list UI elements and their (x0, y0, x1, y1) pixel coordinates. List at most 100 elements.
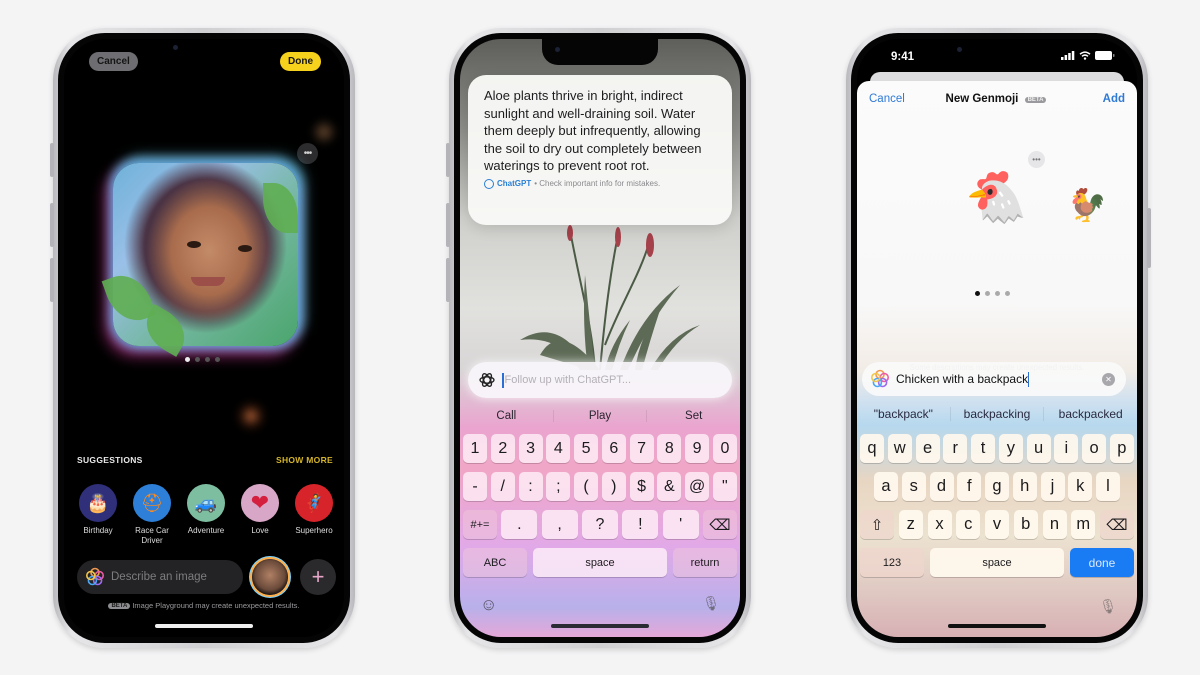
follow-up-input[interactable]: Follow up with ChatGPT... (468, 362, 732, 398)
symbols-key[interactable]: #+= (463, 510, 497, 539)
done-button[interactable]: Done (280, 52, 321, 71)
backspace-key[interactable]: ⌫ (1100, 510, 1134, 539)
key[interactable]: 5 (574, 434, 599, 463)
key[interactable]: g (985, 472, 1009, 501)
page-dot (205, 357, 210, 362)
add-button[interactable]: + (300, 559, 336, 595)
key[interactable]: 3 (518, 434, 543, 463)
person-avatar-button[interactable] (252, 559, 288, 595)
key[interactable]: $ (629, 472, 654, 501)
more-options-button[interactable]: ••• (297, 143, 318, 164)
side-button (446, 203, 450, 247)
prediction-item[interactable]: Play (552, 410, 647, 422)
prediction-item[interactable]: Set (646, 410, 740, 422)
page-indicator[interactable] (185, 357, 220, 362)
microphone-icon[interactable]: 🎙 (702, 595, 720, 615)
prediction-item[interactable]: "backpack" (857, 407, 950, 421)
suggestion-love[interactable]: ❤ Love (237, 484, 283, 546)
backspace-key[interactable]: ⌫ (702, 510, 737, 539)
key[interactable]: c (956, 510, 981, 539)
show-more-link[interactable]: SHOW MORE (276, 455, 333, 465)
home-indicator[interactable] (948, 624, 1046, 628)
key[interactable]: / (490, 472, 515, 501)
more-options-button[interactable]: ••• (1028, 151, 1045, 168)
suggestion-race-car-driver[interactable]: ⛑ Race Car Driver (129, 484, 175, 546)
genmoji-prompt-input[interactable]: Chicken with a backpack ✕ (862, 362, 1126, 396)
key[interactable]: 4 (546, 434, 571, 463)
key[interactable]: r (943, 434, 968, 463)
prediction-item[interactable]: backpacked (1043, 407, 1137, 421)
clear-text-button[interactable]: ✕ (1102, 372, 1115, 386)
key[interactable]: d (929, 472, 954, 501)
key[interactable]: y (998, 434, 1023, 463)
key[interactable]: 7 (629, 434, 654, 463)
key[interactable]: ' (662, 510, 699, 539)
abc-key[interactable]: ABC (463, 548, 527, 577)
key[interactable]: : (518, 472, 543, 501)
suggestion-superhero[interactable]: 🦸 Superhero (291, 484, 337, 546)
key[interactable]: m (1071, 510, 1096, 539)
key[interactable]: 2 (490, 434, 515, 463)
key[interactable]: 1 (463, 434, 487, 463)
genmoji-chicken-backpack[interactable]: 🐔 (965, 168, 1027, 227)
key[interactable]: v (985, 510, 1009, 539)
key[interactable]: t (971, 434, 996, 463)
key[interactable]: e (915, 434, 940, 463)
key[interactable]: 0 (712, 434, 737, 463)
home-indicator[interactable] (551, 624, 649, 628)
key[interactable]: p (1109, 434, 1134, 463)
key[interactable]: i (1054, 434, 1079, 463)
prediction-item[interactable]: backpacking (949, 407, 1044, 421)
return-key[interactable]: return (673, 548, 737, 577)
answer-source[interactable]: ChatGPT (497, 179, 531, 188)
key[interactable]: a (874, 472, 898, 501)
emoji-icon[interactable]: ☺ (480, 595, 497, 615)
key[interactable]: @ (685, 472, 710, 501)
key[interactable]: s (901, 472, 926, 501)
key[interactable]: q (860, 434, 884, 463)
add-button[interactable]: Add (1103, 93, 1125, 105)
sheet-nav-bar: Cancel New Genmoji BETA Add (857, 93, 1137, 113)
suggestion-adventure[interactable]: 🚙 Adventure (183, 484, 229, 546)
page-indicator[interactable] (975, 291, 1010, 296)
key[interactable]: , (541, 510, 578, 539)
home-indicator[interactable] (155, 624, 253, 628)
key[interactable]: & (657, 472, 682, 501)
answer-footer: ChatGPT • Check important info for mista… (484, 178, 716, 189)
key[interactable]: j (1040, 472, 1065, 501)
key[interactable]: 6 (601, 434, 626, 463)
key[interactable]: w (887, 434, 912, 463)
key[interactable]: o (1082, 434, 1107, 463)
key[interactable]: l (1096, 472, 1120, 501)
key[interactable]: x (927, 510, 952, 539)
key[interactable]: ! (622, 510, 659, 539)
cancel-button[interactable]: Cancel (89, 52, 138, 71)
key[interactable]: ; (546, 472, 571, 501)
shift-key[interactable]: ⇧ (860, 510, 894, 539)
suggestion-birthday[interactable]: 🎂 Birthday (75, 484, 121, 546)
key[interactable]: 8 (657, 434, 682, 463)
key[interactable]: u (1026, 434, 1051, 463)
prediction-item[interactable]: Call (460, 410, 553, 422)
genmoji-alternative[interactable]: 🐓 (1067, 186, 1107, 224)
key[interactable]: ( (574, 472, 599, 501)
key[interactable]: ? (581, 510, 618, 539)
key[interactable]: h (1012, 472, 1037, 501)
key[interactable]: n (1042, 510, 1067, 539)
key[interactable]: ) (601, 472, 626, 501)
key[interactable]: 9 (685, 434, 710, 463)
generated-portrait-image[interactable] (101, 163, 298, 357)
key[interactable]: " (712, 472, 737, 501)
space-key[interactable]: space (533, 548, 667, 577)
key[interactable]: f (957, 472, 982, 501)
space-key[interactable]: space (930, 548, 1064, 577)
done-key[interactable]: done (1070, 548, 1134, 577)
key[interactable]: b (1013, 510, 1038, 539)
microphone-icon[interactable]: 🎙 (1099, 598, 1117, 615)
key[interactable]: z (898, 510, 923, 539)
key[interactable]: k (1068, 472, 1093, 501)
numbers-key[interactable]: 123 (860, 548, 924, 577)
describe-image-input[interactable]: Describe an image (77, 560, 243, 594)
key[interactable]: . (501, 510, 538, 539)
key[interactable]: - (463, 472, 487, 501)
